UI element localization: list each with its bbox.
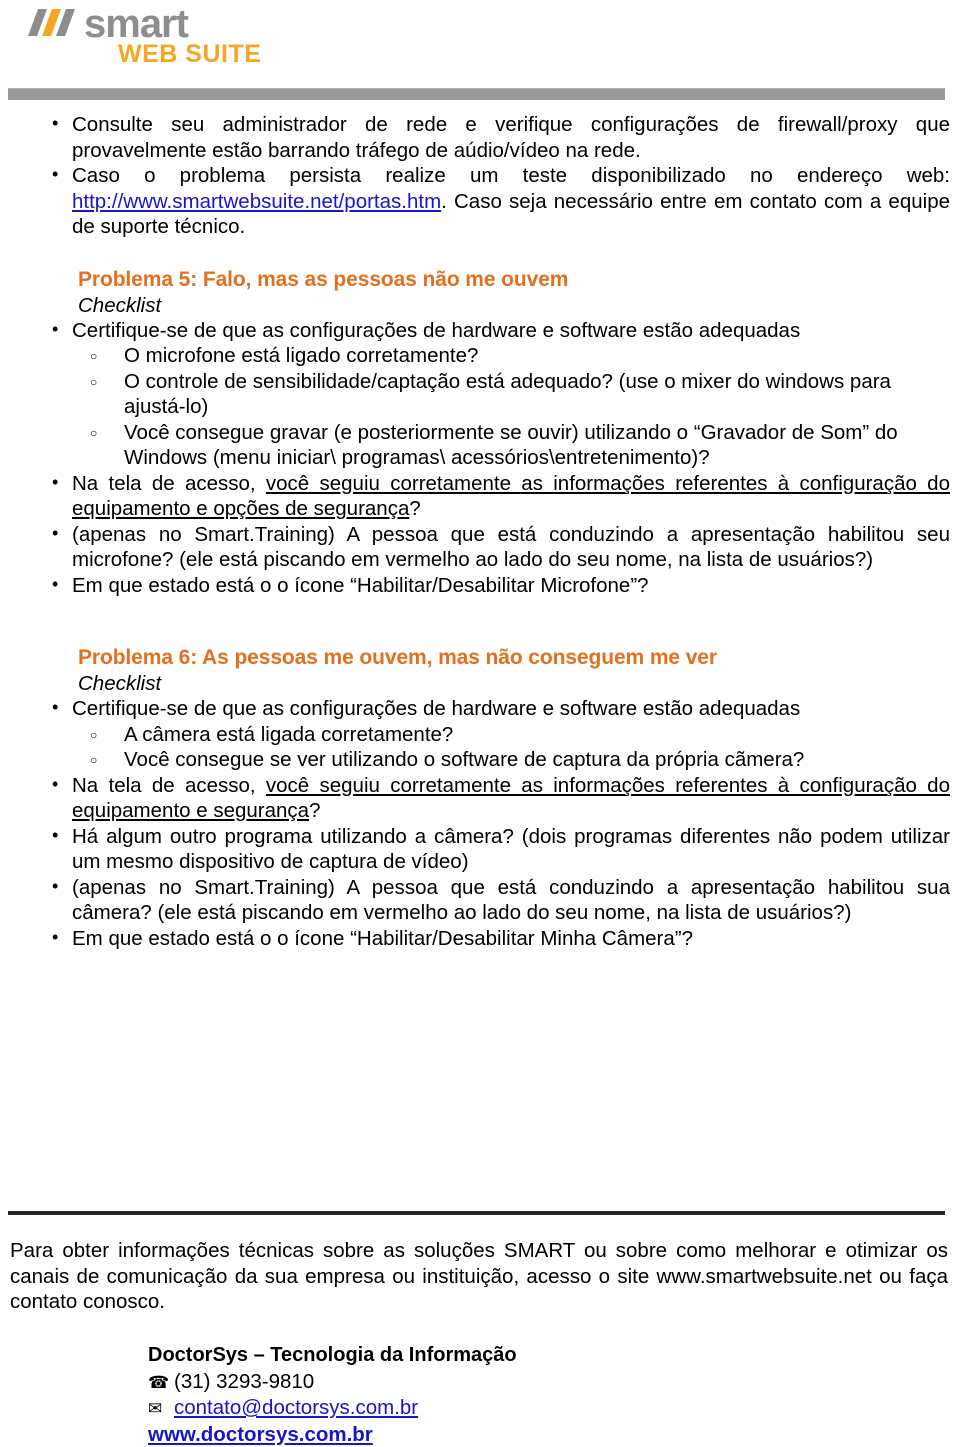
bullet-text: Certifique-se de que as configurações de… bbox=[72, 319, 800, 342]
problema-5-sub-list: O microfone está ligado corretamente? O … bbox=[72, 343, 950, 471]
smart-web-suite-logo: smart WEB SUITE bbox=[14, 4, 274, 78]
bullet-text-pre: Caso o problema persista realize um test… bbox=[72, 164, 950, 187]
bullet-text: Em que estado está o o ícone “Habilitar/… bbox=[72, 574, 649, 597]
footer-contact-block: DoctorSys – Tecnologia da Informação ☎(3… bbox=[148, 1343, 748, 1447]
sub-list-item: Você consegue se ver utilizando o softwa… bbox=[72, 747, 950, 773]
problema-6-checklist-label: Checklist bbox=[0, 671, 960, 696]
problema-5-heading: Problema 5: Falo, mas as pessoas não me … bbox=[0, 266, 960, 293]
list-item: Na tela de acesso, você seguiu corretame… bbox=[0, 773, 960, 824]
bullet-text: (apenas no Smart.Training) A pessoa que … bbox=[72, 876, 950, 925]
problema-6-bullet-list: Certifique-se de que as configurações de… bbox=[0, 696, 960, 951]
sub-list-item: O microfone está ligado corretamente? bbox=[72, 343, 950, 369]
bullet-text: Há algum outro programa utilizando a câm… bbox=[72, 825, 950, 874]
sub-list-item: O controle de sensibilidade/captação est… bbox=[72, 369, 950, 420]
bullet-text: Certifique-se de que as configurações de… bbox=[72, 697, 800, 720]
intro-bullet-list: Consulte seu administrador de rede e ver… bbox=[0, 112, 960, 240]
bullet-text-post: ? bbox=[409, 497, 420, 520]
problema-6-heading: Problema 6: As pessoas me ouvem, mas não… bbox=[0, 644, 960, 671]
bullet-text: (apenas no Smart.Training) A pessoa que … bbox=[72, 523, 950, 572]
footer-paragraph: Para obter informações técnicas sobre as… bbox=[10, 1238, 948, 1315]
sub-list-item: Você consegue gravar (e posteriormente s… bbox=[72, 420, 950, 471]
list-item: Há algum outro programa utilizando a câm… bbox=[0, 824, 960, 875]
sub-bullet-text: A câmera está ligada corretamente? bbox=[124, 723, 453, 746]
sub-bullet-text: Você consegue gravar (e posteriormente s… bbox=[124, 421, 898, 470]
list-item: (apenas no Smart.Training) A pessoa que … bbox=[0, 522, 960, 573]
bullet-text: Consulte seu administrador de rede e ver… bbox=[72, 113, 950, 162]
email-link[interactable]: contato@doctorsys.com.br bbox=[174, 1396, 418, 1419]
envelope-icon: ✉ bbox=[148, 1396, 174, 1422]
problema-5-bullet-list: Certifique-se de que as configurações de… bbox=[0, 318, 960, 599]
list-item: Certifique-se de que as configurações de… bbox=[0, 318, 960, 471]
phone-number: (31) 3293-9810 bbox=[174, 1370, 314, 1393]
bullet-text-post: ? bbox=[309, 799, 320, 822]
website-link[interactable]: www.doctorsys.com.br bbox=[148, 1423, 373, 1446]
problema-5-checklist-label: Checklist bbox=[0, 293, 960, 318]
bullet-text-pre: Na tela de acesso, bbox=[72, 774, 266, 797]
sub-list-item: A câmera está ligada corretamente? bbox=[72, 722, 950, 748]
problema-6-sub-list: A câmera está ligada corretamente? Você … bbox=[72, 722, 950, 773]
phone-row: ☎(31) 3293-9810 bbox=[148, 1369, 748, 1396]
email-row: ✉contato@doctorsys.com.br bbox=[148, 1395, 748, 1422]
website-row: www.doctorsys.com.br bbox=[148, 1422, 748, 1447]
list-item: Em que estado está o o ícone “Habilitar/… bbox=[0, 926, 960, 952]
list-item: (apenas no Smart.Training) A pessoa que … bbox=[0, 875, 960, 926]
header-divider-bar bbox=[8, 88, 945, 100]
company-name: DoctorSys – Tecnologia da Informação bbox=[148, 1343, 748, 1369]
bullet-text: Em que estado está o o ícone “Habilitar/… bbox=[72, 927, 693, 950]
list-item: Em que estado está o o ícone “Habilitar/… bbox=[0, 573, 960, 599]
list-item: Certifique-se de que as configurações de… bbox=[0, 696, 960, 773]
list-item: Na tela de acesso, você seguiu corretame… bbox=[0, 471, 960, 522]
page-header: smart WEB SUITE bbox=[0, 0, 960, 88]
svg-text:WEB SUITE: WEB SUITE bbox=[118, 40, 261, 68]
portas-test-link[interactable]: http://www.smartwebsuite.net/portas.htm bbox=[72, 190, 441, 213]
phone-icon: ☎ bbox=[148, 1370, 174, 1396]
sub-bullet-text: Você consegue se ver utilizando o softwa… bbox=[124, 748, 804, 771]
sub-bullet-text: O controle de sensibilidade/captação est… bbox=[124, 370, 891, 419]
bullet-text-pre: Na tela de acesso, bbox=[72, 472, 266, 495]
sub-bullet-text: O microfone está ligado corretamente? bbox=[124, 344, 478, 367]
footer-divider-rule bbox=[8, 1211, 945, 1215]
document-content: Consulte seu administrador de rede e ver… bbox=[0, 112, 960, 951]
list-item: Consulte seu administrador de rede e ver… bbox=[0, 112, 960, 163]
list-item: Caso o problema persista realize um test… bbox=[0, 163, 960, 240]
